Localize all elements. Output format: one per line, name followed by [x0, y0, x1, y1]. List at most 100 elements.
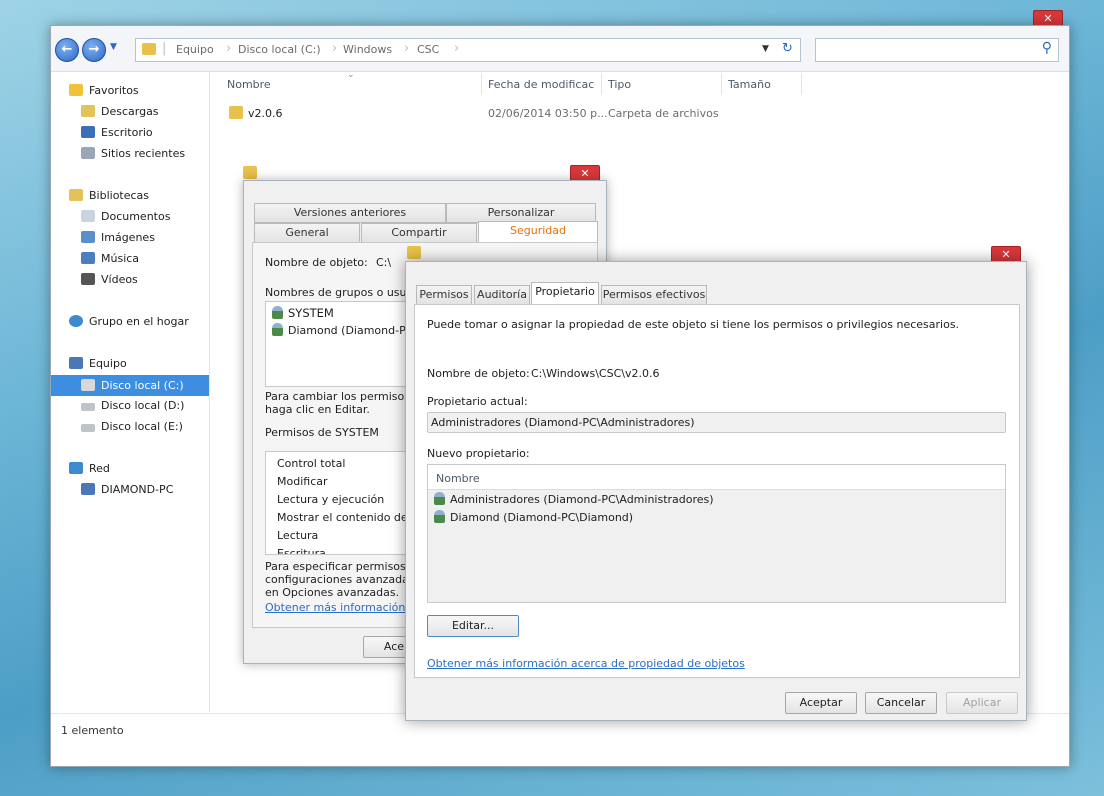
advanced-security-dialog: Permisos Auditoría Propietario Permisos … [405, 261, 1027, 721]
new-owner-list[interactable]: Nombre Administradores (Diamond-PC\Admin… [427, 464, 1006, 603]
list-item[interactable]: Diamond (Diamond-PC [272, 323, 413, 337]
forward-button[interactable]: → [82, 38, 106, 62]
sidebar-computer[interactable]: Equipo [69, 355, 127, 373]
tab-propietario[interactable]: Propietario [531, 282, 599, 305]
sidebar-item-descargas[interactable]: Descargas [81, 103, 159, 121]
search-input[interactable]: ⚲ [815, 38, 1059, 62]
breadcrumb-disco-c[interactable]: Disco local (C:) [238, 43, 321, 56]
drive-c-icon [81, 379, 95, 391]
navigation-pane: Favoritos Descargas Escritorio Sitios re… [51, 72, 210, 712]
groups-list[interactable]: SYSTEM Diamond (Diamond-PC [265, 301, 417, 387]
column-tamano[interactable]: Tamaño [728, 78, 771, 91]
user-icon [434, 510, 445, 523]
list-item[interactable]: Diamond (Diamond-PC\Diamond) [434, 510, 633, 524]
more-info-link[interactable]: Obtener más información ace [265, 601, 428, 614]
permissions-list[interactable]: Control total Modificar Lectura y ejecuc… [265, 451, 417, 555]
sidebar-item-disco-e[interactable]: Disco local (E:) [81, 418, 183, 436]
sidebar-item-imagenes[interactable]: Imágenes [81, 229, 155, 247]
sidebar-item-disco-d[interactable]: Disco local (D:) [81, 397, 184, 415]
sidebar-favorites[interactable]: Favoritos [69, 82, 139, 100]
back-button[interactable]: ← [55, 38, 79, 62]
sidebar-item-escritorio[interactable]: Escritorio [81, 124, 153, 142]
perm-row: Mostrar el contenido de la [277, 511, 417, 524]
breadcrumb-windows[interactable]: Windows [343, 43, 392, 56]
file-row[interactable]: v2.0.6 02/06/2014 03:50 p... Carpeta de … [227, 104, 827, 122]
accept-button[interactable]: Aceptar [785, 692, 857, 714]
groups-label: Nombres de grupos o usuario [265, 286, 428, 299]
sidebar-item-sitios-recientes[interactable]: Sitios recientes [81, 145, 185, 163]
address-bar[interactable]: | Equipo › Disco local (C:) › Windows › … [135, 38, 801, 62]
perm-row: Modificar [277, 475, 328, 488]
column-fecha[interactable]: Fecha de modificac [488, 78, 594, 91]
star-icon [69, 84, 83, 96]
recent-places-icon [81, 147, 95, 159]
current-owner-label: Propietario actual: [427, 395, 528, 408]
search-icon[interactable]: ⚲ [1042, 40, 1052, 56]
tab-auditoria[interactable]: Auditoría [474, 285, 530, 305]
object-name-label: Nombre de objeto: [427, 367, 530, 380]
tab-versiones-anteriores[interactable]: Versiones anteriores [254, 203, 446, 223]
tab-permisos-efectivos[interactable]: Permisos efectivos [601, 285, 707, 305]
sidebar-homegroup[interactable]: Grupo en el hogar [69, 313, 189, 331]
tab-general[interactable]: General [254, 223, 360, 243]
list-item[interactable]: SYSTEM [272, 306, 334, 320]
list-header: Nombre [428, 465, 1005, 490]
locked-folder-icon [229, 106, 243, 119]
special-hint-2: configuraciones avanzadas, [265, 573, 419, 586]
edit-button[interactable]: Editar... [427, 615, 519, 637]
adv-folder-icon [407, 246, 421, 259]
new-owner-label: Nuevo propietario: [427, 447, 530, 460]
computer-icon [81, 483, 95, 495]
current-owner-field: Administradores (Diamond-PC\Administrado… [427, 412, 1006, 433]
tab-compartir[interactable]: Compartir [361, 223, 477, 243]
perm-row: Control total [277, 457, 346, 470]
cancel-button[interactable]: Cancelar [865, 692, 937, 714]
sidebar-item-videos[interactable]: Vídeos [81, 271, 138, 289]
address-dropdown-icon[interactable]: ▼ [762, 44, 769, 54]
recent-pages-chevron-icon[interactable]: ▼ [110, 42, 117, 52]
apply-button[interactable]: Aplicar [946, 692, 1018, 714]
sidebar-item-documentos[interactable]: Documentos [81, 208, 170, 226]
folder-icon [142, 43, 156, 55]
tab-seguridad[interactable]: Seguridad [478, 221, 598, 243]
breadcrumb-sep-icon: › [454, 41, 460, 56]
sidebar-item-musica[interactable]: Música [81, 250, 139, 268]
owner-intro-text: Puede tomar o asignar la propiedad de es… [427, 318, 960, 331]
user-icon [272, 323, 283, 336]
users-icon [272, 306, 283, 319]
sidebar-network[interactable]: Red [69, 460, 110, 478]
perms-for-label: Permisos de SYSTEM [265, 426, 379, 439]
more-info-link[interactable]: Obtener más información acerca de propie… [427, 657, 745, 670]
breadcrumb-sep-icon: › [404, 41, 410, 56]
breadcrumb-sep-icon: › [226, 41, 232, 56]
breadcrumb-equipo[interactable]: Equipo [176, 43, 214, 56]
column-nombre[interactable]: Nombre [436, 472, 480, 485]
list-item[interactable]: Administradores (Diamond-PC\Administrado… [434, 492, 714, 506]
network-icon [69, 462, 83, 474]
tab-personalizar[interactable]: Personalizar [446, 203, 596, 223]
column-tipo[interactable]: Tipo [608, 78, 631, 91]
perm-row: Escritura [277, 547, 326, 555]
object-name-value: C:\ [376, 256, 392, 269]
refresh-icon[interactable]: ↻ [782, 41, 793, 56]
column-nombre[interactable]: Nombre [227, 78, 271, 91]
change-hint-1: Para cambiar los permisos, [265, 390, 414, 403]
drive-icon [81, 424, 95, 432]
current-owner-value: Administradores (Diamond-PC\Administrado… [431, 416, 695, 429]
perm-row: Lectura [277, 529, 319, 542]
props-folder-icon [243, 166, 257, 179]
computer-icon [69, 357, 83, 369]
sidebar-item-disco-c[interactable]: Disco local (C:) [51, 375, 209, 396]
libraries-icon [69, 189, 83, 201]
drive-icon [81, 403, 95, 411]
perm-row: Lectura y ejecución [277, 493, 385, 506]
change-hint-2: haga clic en Editar. [265, 403, 370, 416]
sidebar-item-diamond-pc[interactable]: DIAMOND-PC [81, 481, 173, 499]
breadcrumb-sep-icon: › [332, 41, 338, 56]
tab-permisos[interactable]: Permisos [416, 285, 472, 305]
sidebar-libraries[interactable]: Bibliotecas [69, 187, 149, 205]
file-type: Carpeta de archivos [608, 107, 719, 120]
breadcrumb-csc[interactable]: CSC [417, 43, 439, 56]
object-name-value: C:\Windows\CSC\v2.0.6 [531, 367, 660, 380]
special-hint-1: Para especificar permisos es [265, 560, 422, 573]
